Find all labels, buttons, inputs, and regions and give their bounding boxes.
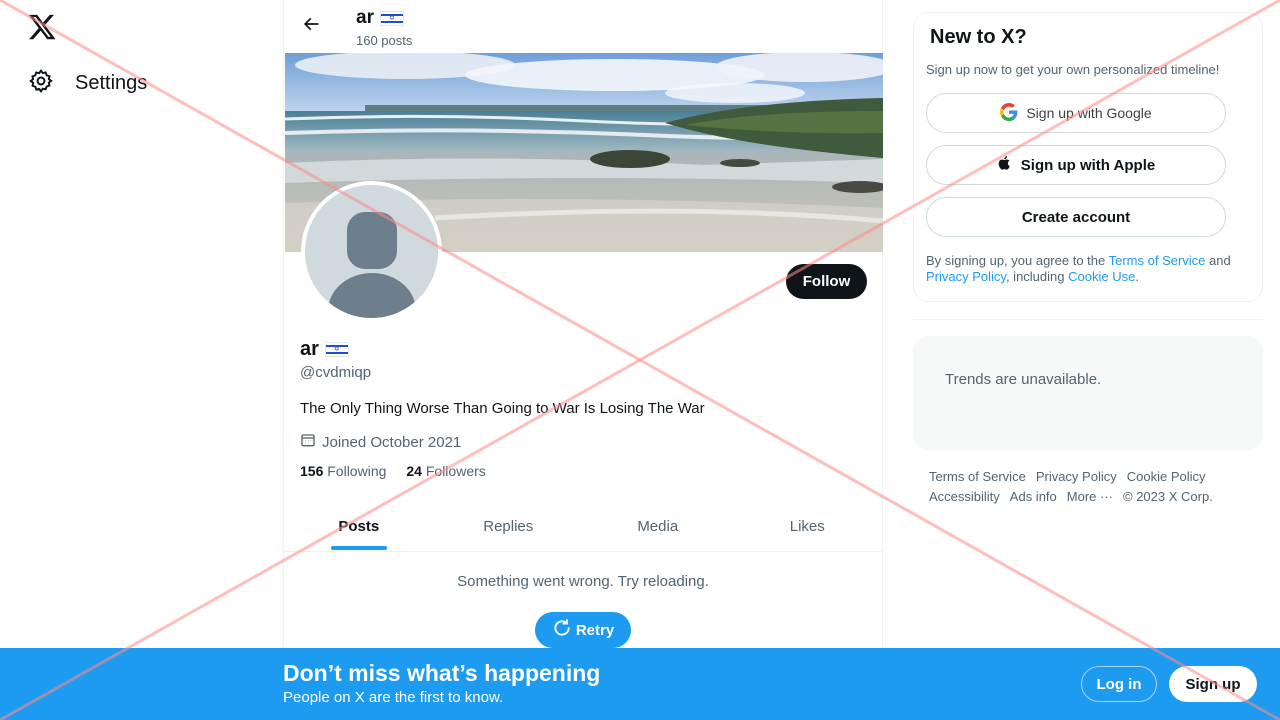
cookie-use-link[interactable]: Cookie Use	[1068, 269, 1135, 284]
followers-count: 24	[406, 463, 422, 479]
profile-avatar[interactable]	[301, 181, 442, 322]
legal-including: , including	[1005, 269, 1069, 284]
terms-of-service-link[interactable]: Terms of Service	[1109, 253, 1206, 268]
active-tab-indicator	[330, 546, 387, 550]
footer-terms-link[interactable]: Terms of Service	[929, 469, 1026, 484]
tab-replies-label: Replies	[483, 518, 534, 535]
signup-card: New to X? Sign up now to get your own pe…	[913, 12, 1263, 302]
signup-legal-text: By signing up, you agree to the Terms of…	[926, 253, 1246, 285]
tab-replies[interactable]: Replies	[434, 502, 584, 551]
israel-flag-icon: ✡	[324, 342, 349, 357]
retry-button[interactable]: Retry	[535, 612, 631, 648]
following-label: Following	[327, 463, 387, 479]
footer-accessibility-link[interactable]: Accessibility	[929, 489, 1000, 504]
login-button[interactable]: Log in	[1081, 666, 1157, 702]
signup-apple-button[interactable]: Sign up with Apple	[926, 145, 1226, 185]
following-count: 156	[300, 463, 324, 479]
calendar-icon	[300, 432, 316, 452]
x-logo-icon[interactable]	[27, 12, 57, 42]
prompt-subtitle: People on X are the first to know.	[283, 689, 504, 706]
legal-end: .	[1135, 269, 1139, 284]
signup-google-button[interactable]: Sign up with Google	[926, 93, 1226, 133]
legal-and: and	[1205, 253, 1231, 268]
tab-likes[interactable]: Likes	[733, 502, 883, 551]
footer-more-link[interactable]: More ···	[1067, 489, 1113, 504]
arrow-left-icon	[301, 14, 321, 39]
retry-label: Retry	[575, 621, 615, 639]
tab-posts[interactable]: Posts	[284, 502, 434, 551]
footer-links: Terms of Service Privacy Policy Cookie Pol…	[929, 467, 1259, 507]
follow-stats: 156 Following 24 Followers	[300, 463, 486, 479]
footer-copyright: © 2023 X Corp.	[1123, 489, 1213, 504]
header-display-name: ar ✡	[356, 7, 404, 29]
left-nav: Settings	[0, 0, 283, 720]
followers-label: Followers	[425, 463, 486, 479]
header-name-text: ar	[356, 7, 374, 28]
tab-likes-label: Likes	[789, 518, 825, 535]
privacy-policy-link[interactable]: Privacy Policy	[926, 269, 1006, 284]
footer-ads-link[interactable]: Ads info	[1010, 489, 1057, 504]
joined-date: Joined October 2021	[300, 432, 461, 452]
profile-bio: The Only Thing Worse Than Going to War I…	[300, 400, 705, 417]
feed-error-message: Something went wrong. Try reloading.	[457, 573, 709, 590]
signup-google-label: Sign up with Google	[1026, 105, 1152, 121]
profile-header-bar: ar ✡ 160 posts	[284, 0, 882, 53]
signup-apple-label: Sign up with Apple	[1020, 156, 1156, 174]
following-link[interactable]: 156 Following	[300, 463, 386, 479]
joined-text: Joined October 2021	[322, 433, 462, 451]
gear-icon	[28, 68, 54, 99]
signup-card-subtitle: Sign up now to get your own personalized…	[926, 62, 1220, 77]
trends-panel: Trends are unavailable.	[913, 336, 1263, 450]
profile-name-text: ar	[300, 338, 319, 360]
tab-media[interactable]: Media	[583, 502, 733, 551]
signup-button[interactable]: Sign up	[1169, 666, 1257, 702]
profile-column: ar ✡ 160 posts Follow ar ✡ @cvdmiqp The …	[283, 0, 883, 720]
back-button[interactable]	[298, 13, 324, 39]
trends-unavailable-message: Trends are unavailable.	[945, 371, 1102, 388]
header-posts-count: 160 posts	[356, 33, 413, 48]
settings-label: Settings	[75, 72, 148, 94]
apple-icon	[997, 154, 1013, 176]
footer-privacy-link[interactable]: Privacy Policy	[1036, 469, 1117, 484]
follow-button[interactable]: Follow	[786, 264, 867, 299]
google-icon	[1000, 102, 1018, 124]
tab-posts-label: Posts	[338, 518, 380, 535]
signup-prompt-bar: Don’t miss what’s happening People on X …	[0, 648, 1280, 720]
tab-media-label: Media	[637, 518, 679, 535]
profile-display-name: ar ✡	[300, 338, 349, 361]
followers-link[interactable]: 24 Followers	[406, 463, 485, 479]
footer-cookie-link[interactable]: Cookie Policy	[1127, 469, 1206, 484]
signup-card-title: New to X?	[930, 26, 1027, 48]
settings-nav-item[interactable]: Settings	[28, 68, 147, 99]
israel-flag-icon: ✡	[379, 10, 404, 26]
sidebar-divider	[913, 319, 1263, 320]
prompt-title: Don’t miss what’s happening	[283, 660, 601, 686]
refresh-icon	[552, 618, 572, 642]
legal-prefix: By signing up, you agree to the	[926, 253, 1109, 268]
profile-handle: @cvdmiqp	[300, 364, 372, 381]
create-account-button[interactable]: Create account	[926, 197, 1226, 237]
profile-tabs: Posts Replies Media Likes	[284, 502, 882, 552]
